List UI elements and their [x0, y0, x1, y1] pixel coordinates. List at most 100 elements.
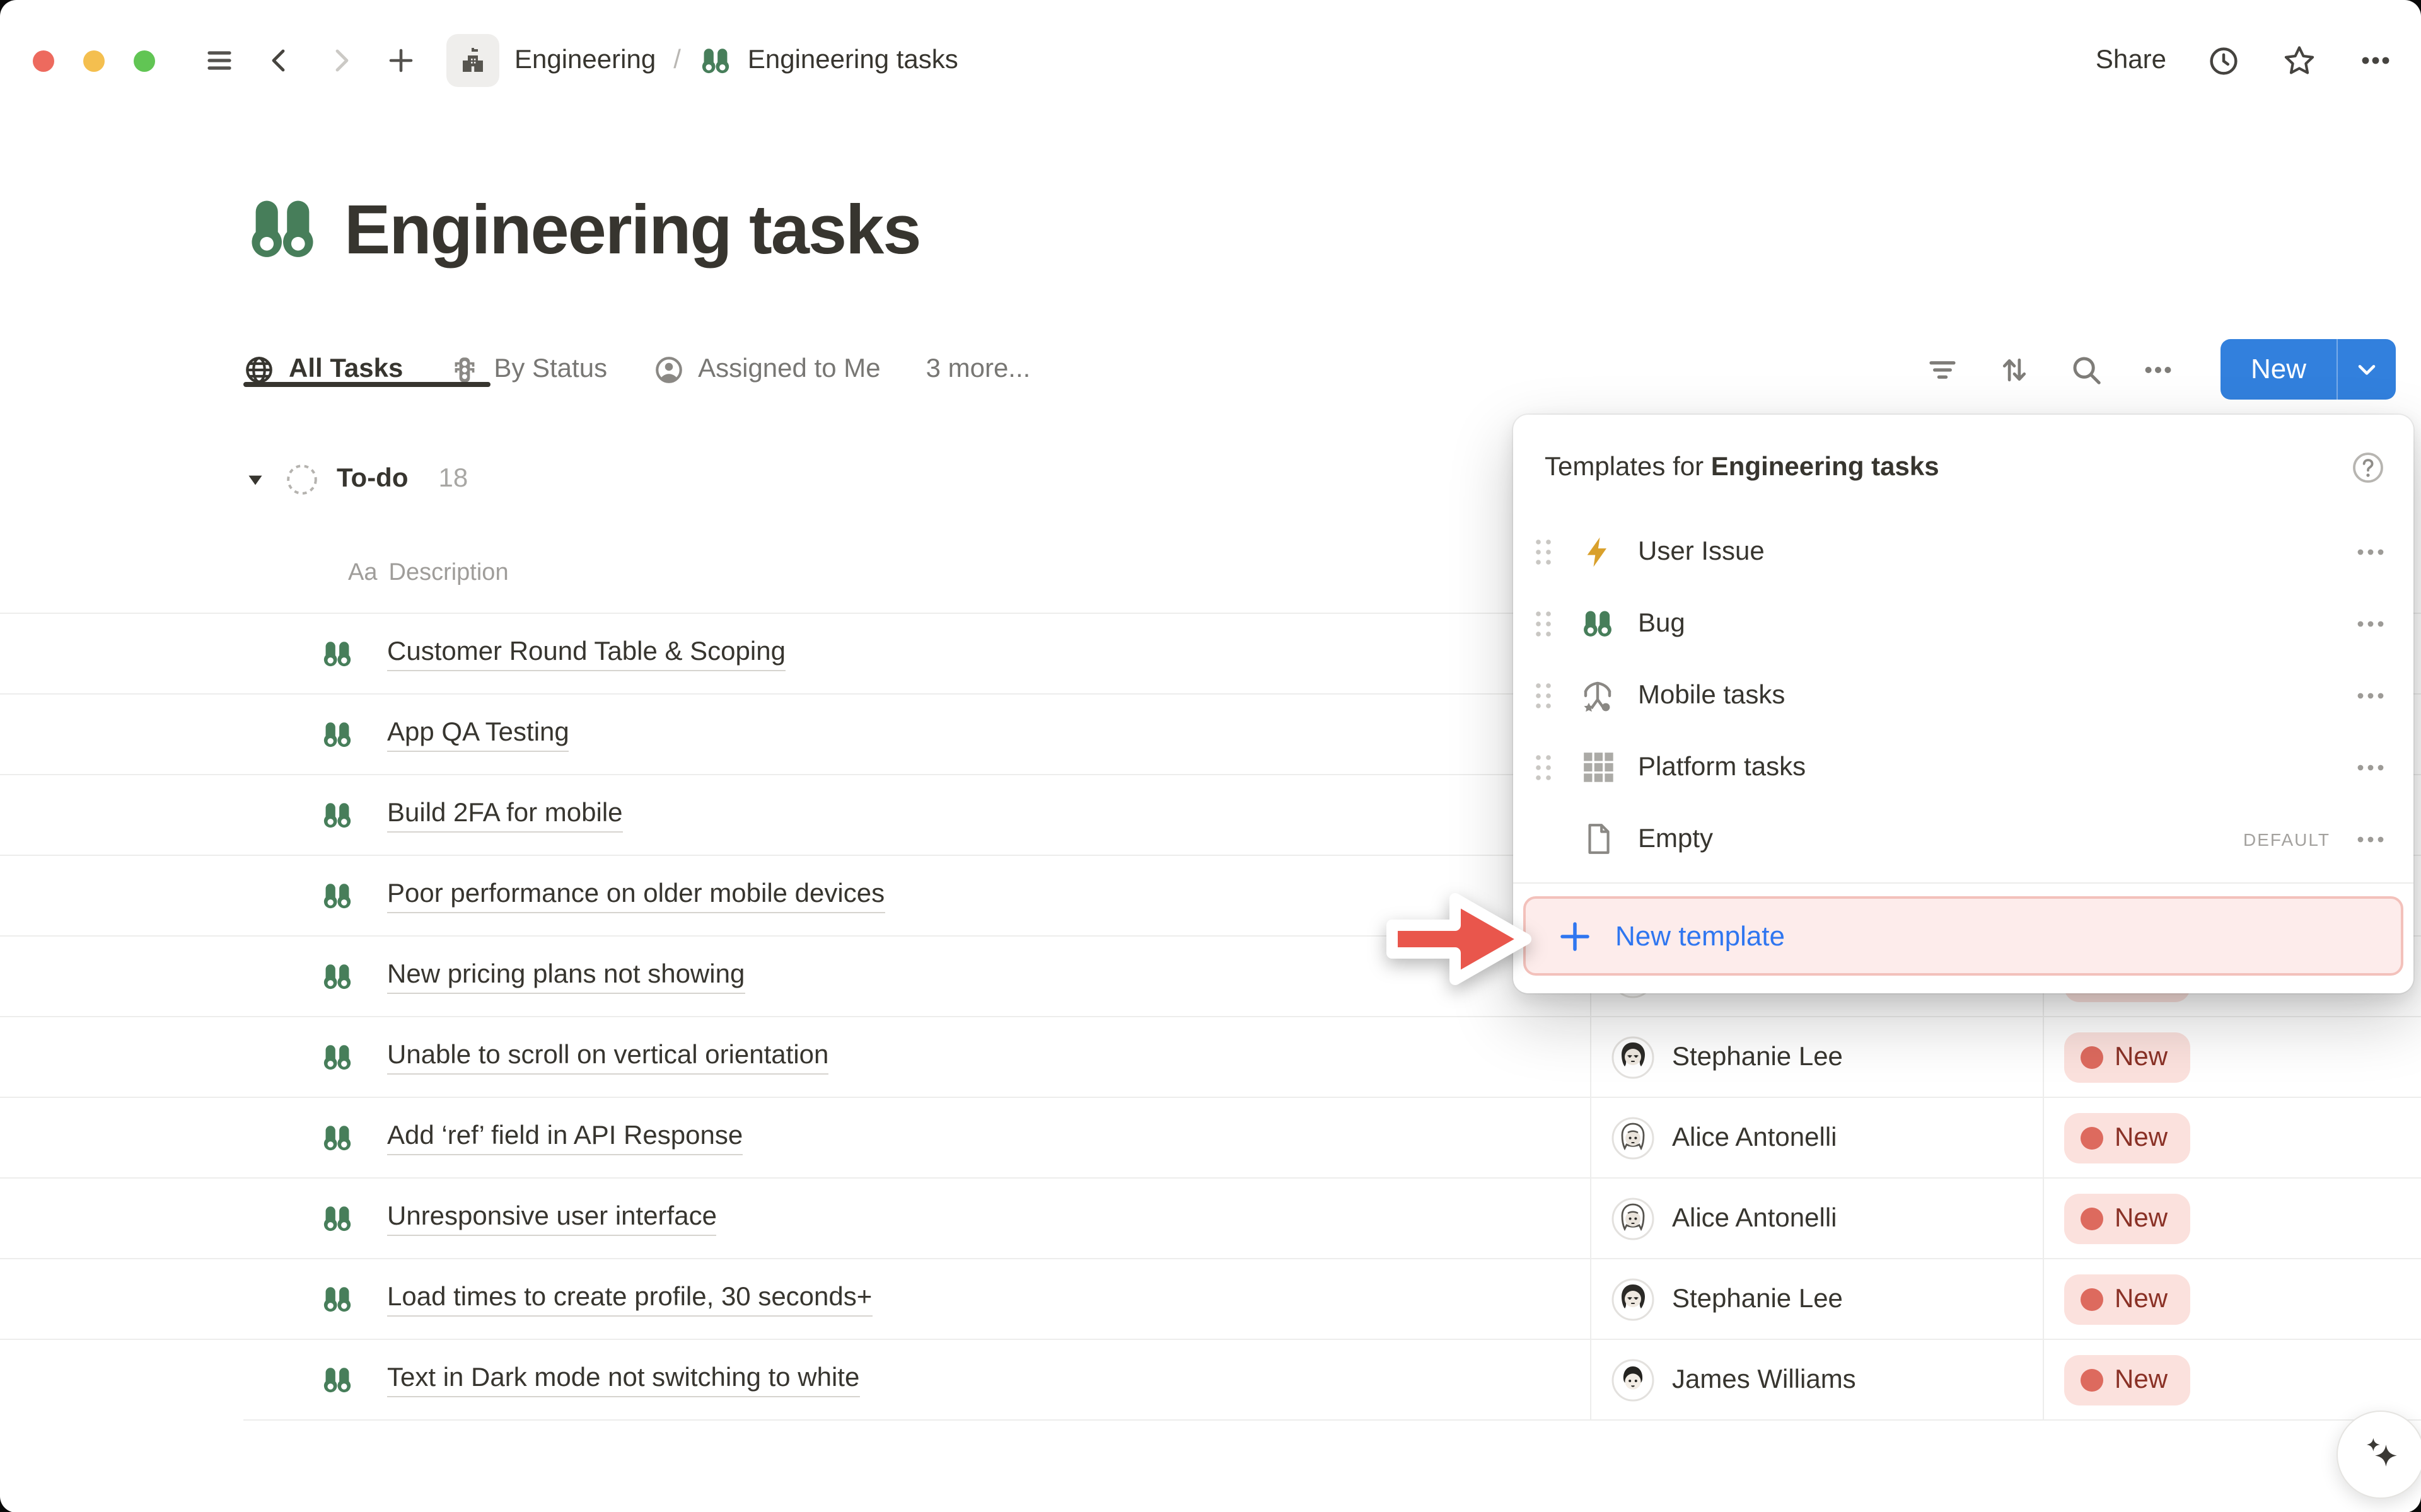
status-badge[interactable]: New — [2064, 1355, 2190, 1405]
task-title-link[interactable]: Poor performance on older mobile devices — [387, 879, 885, 913]
status-badge[interactable]: New — [2064, 1032, 2190, 1083]
updates-button[interactable] — [2207, 43, 2241, 78]
page-title[interactable]: Engineering tasks — [344, 189, 920, 270]
avatar[interactable] — [1611, 1278, 1654, 1321]
new-button[interactable]: New — [2221, 339, 2337, 400]
template-options-button[interactable] — [2355, 824, 2386, 854]
search-button[interactable] — [2069, 352, 2103, 386]
new-page-button[interactable] — [386, 45, 416, 76]
binoculars-icon — [320, 879, 354, 913]
template-options-button[interactable] — [2355, 680, 2386, 710]
binoculars-icon — [320, 1363, 354, 1397]
notion-ai-button[interactable] — [2337, 1411, 2421, 1499]
task-title-link[interactable]: Load times to create profile, 30 seconds… — [387, 1283, 872, 1317]
table-row: Unresponsive user interface Alice Antonel… — [0, 1177, 2421, 1259]
filter-button[interactable] — [1925, 352, 1959, 386]
template-item[interactable]: Bug — [1513, 587, 2413, 659]
group-header-todo: To-do 18 — [243, 444, 468, 514]
hamburger-icon — [204, 45, 235, 76]
favorite-button[interactable] — [2281, 42, 2318, 79]
group-name[interactable]: To-do — [337, 464, 409, 494]
ellipsis-icon — [2358, 43, 2393, 78]
help-button[interactable] — [2350, 450, 2386, 485]
breadcrumb-separator: / — [673, 45, 681, 76]
assignee-name[interactable]: James Williams — [1672, 1365, 1856, 1395]
task-title-link[interactable]: Add ‘ref’ field in API Response — [387, 1121, 743, 1155]
tab-by-status[interactable]: By Status — [448, 354, 607, 385]
avatar[interactable] — [1611, 1036, 1654, 1079]
template-item[interactable]: Platform tasks — [1513, 731, 2413, 803]
nav-back-button[interactable] — [265, 45, 295, 76]
sparkles-icon — [2358, 1432, 2403, 1477]
template-options-button[interactable] — [2355, 752, 2386, 782]
template-options-button[interactable] — [2355, 536, 2386, 567]
template-item[interactable]: EmptyDEFAULT — [1513, 803, 2413, 875]
window-minimize-button[interactable] — [83, 50, 105, 71]
task-title-link[interactable]: Unresponsive user interface — [387, 1202, 717, 1236]
avatar[interactable] — [1611, 1359, 1654, 1402]
view-options-button[interactable] — [2141, 352, 2175, 386]
notion-window: Engineering / Engineering tasks Share En… — [0, 0, 2421, 1512]
drag-handle-icon[interactable] — [1533, 822, 1553, 855]
tab-more-views[interactable]: 3 more... — [926, 354, 1031, 384]
more-menu-button[interactable] — [2358, 43, 2393, 78]
assignee-name[interactable]: Stephanie Lee — [1672, 1042, 1843, 1073]
table-row: Unable to scroll on vertical orientation… — [0, 1016, 2421, 1098]
avatar[interactable] — [1611, 1117, 1654, 1160]
task-title-link[interactable]: Build 2FA for mobile — [387, 799, 623, 833]
filter-icon — [1925, 352, 1959, 386]
new-button-dropdown[interactable] — [2338, 339, 2396, 400]
status-badge[interactable]: New — [2064, 1113, 2190, 1163]
nav-forward-button[interactable] — [325, 45, 356, 76]
drag-handle-icon[interactable] — [1533, 751, 1553, 783]
assignee-name[interactable]: Alice Antonelli — [1672, 1204, 1837, 1234]
assignee-name[interactable]: Stephanie Lee — [1672, 1284, 1843, 1315]
sort-button[interactable] — [1997, 352, 2031, 386]
status-badge[interactable]: New — [2064, 1274, 2190, 1325]
assignee-name[interactable]: Alice Antonelli — [1672, 1123, 1837, 1153]
new-template-button[interactable]: New template — [1523, 896, 2403, 976]
dropdown-separator — [1513, 882, 2413, 884]
window-close-button[interactable] — [33, 50, 54, 71]
new-template-label: New template — [1615, 920, 1785, 952]
tab-label: Assigned to Me — [698, 354, 881, 384]
search-icon — [2069, 352, 2103, 386]
drag-handle-icon[interactable] — [1533, 607, 1553, 640]
tab-all-tasks[interactable]: All Tasks — [243, 354, 403, 385]
triangle-down-icon — [243, 467, 267, 491]
task-title-link[interactable]: Unable to scroll on vertical orientation — [387, 1041, 828, 1075]
drag-handle-icon[interactable] — [1533, 535, 1553, 568]
task-title-link[interactable]: New pricing plans not showing — [387, 960, 745, 994]
annotation-arrow-icon — [1382, 884, 1536, 995]
breadcrumb-workspace-chip[interactable] — [446, 34, 499, 87]
star-icon — [2281, 42, 2318, 79]
task-title-link[interactable]: Customer Round Table & Scoping — [387, 637, 786, 671]
window-zoom-button[interactable] — [134, 50, 155, 71]
breadcrumb-workspace[interactable]: Engineering — [514, 45, 656, 76]
avatar[interactable] — [1611, 1197, 1654, 1240]
status-badge[interactable]: New — [2064, 1194, 2190, 1244]
breadcrumb-page[interactable]: Engineering tasks — [748, 45, 958, 76]
sidebar-toggle-button[interactable] — [204, 45, 235, 76]
status-label: New — [2115, 1365, 2168, 1395]
binoculars-icon — [699, 43, 733, 78]
tab-assigned-to-me[interactable]: Assigned to Me — [653, 354, 881, 385]
binoculars-icon — [320, 718, 354, 752]
template-options-button[interactable] — [2355, 608, 2386, 638]
default-badge: DEFAULT — [2243, 829, 2330, 849]
column-header-description[interactable]: Description — [389, 560, 509, 587]
active-tab-underline — [243, 381, 491, 386]
chevron-right-icon — [325, 45, 356, 76]
binoculars-icon — [320, 637, 354, 671]
group-toggle[interactable] — [243, 467, 267, 491]
clock-icon — [2207, 43, 2241, 78]
templates-dropdown-header: Templates for Engineering tasks — [1545, 440, 2386, 495]
task-title-link[interactable]: Text in Dark mode not switching to white — [387, 1363, 859, 1397]
drag-handle-icon[interactable] — [1533, 679, 1553, 712]
task-title-link[interactable]: App QA Testing — [387, 718, 569, 752]
templates-title-prefix: Templates for — [1545, 453, 1711, 482]
question-circle-icon — [2350, 450, 2386, 485]
template-item[interactable]: Mobile tasks — [1513, 659, 2413, 731]
share-button[interactable]: Share — [2096, 45, 2166, 76]
template-item[interactable]: User Issue — [1513, 516, 2413, 587]
